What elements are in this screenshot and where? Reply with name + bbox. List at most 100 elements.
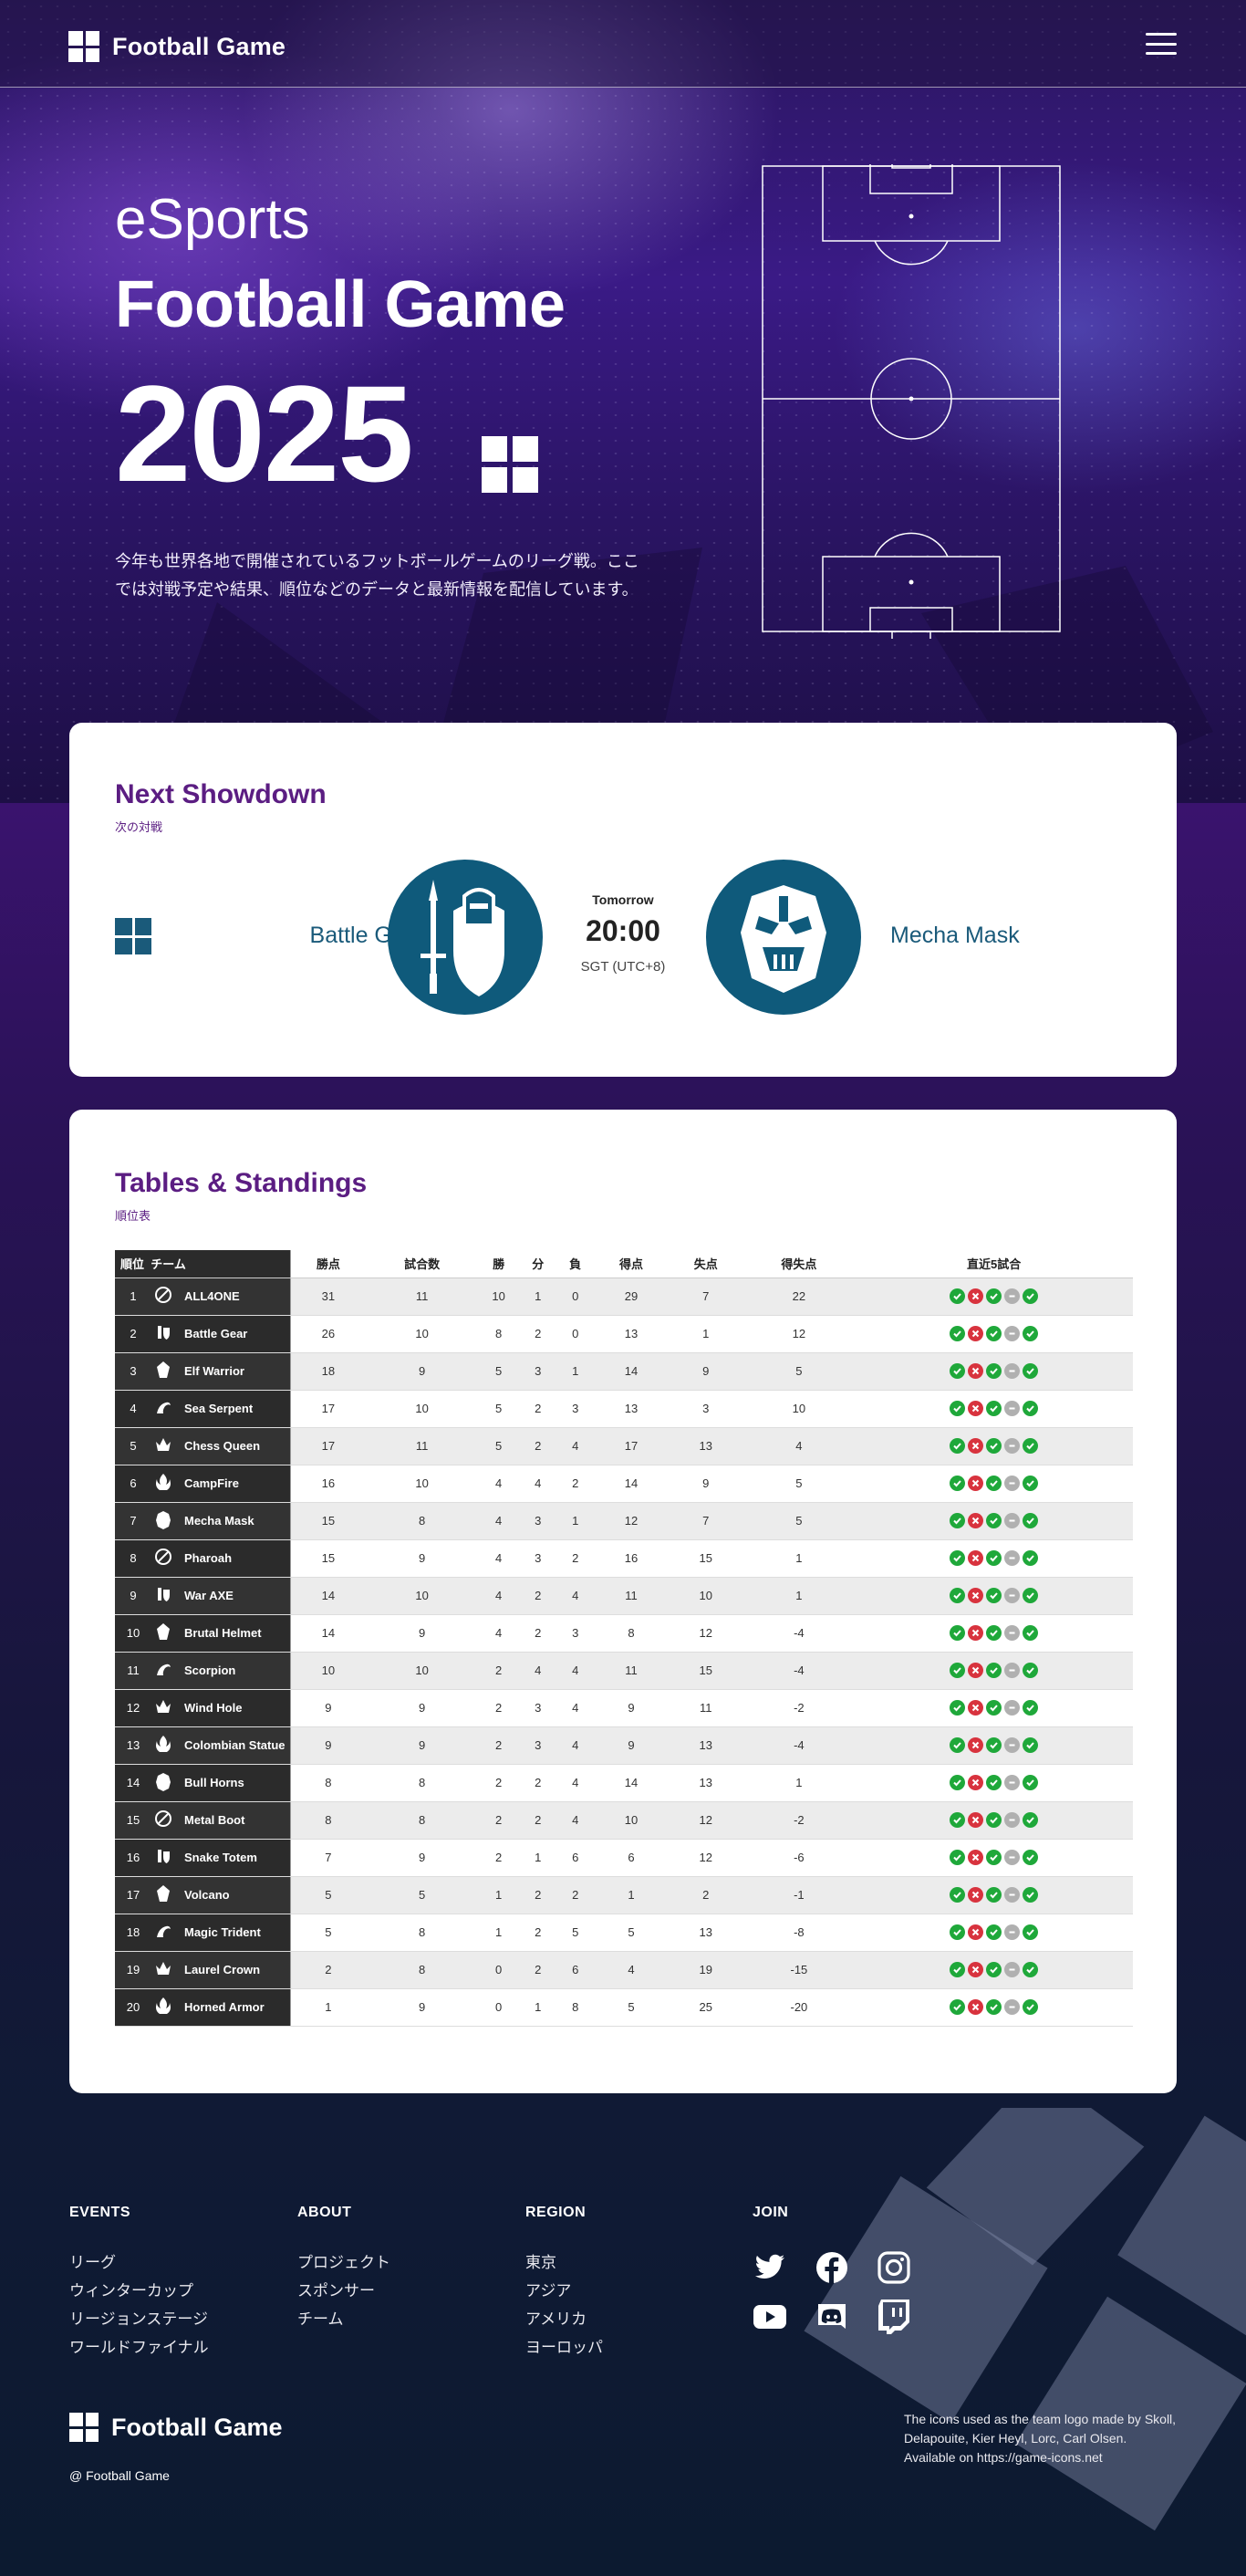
footer-link[interactable]: リーグ: [69, 2248, 209, 2277]
table-row[interactable]: 20 Horned Armor 1 9 0 1 8 5 25 -20: [115, 1988, 1133, 2027]
stat-cell-w: 0: [477, 1951, 520, 1989]
table-row[interactable]: 11 Scorpion 10 10 2 4 4 11 15 -4: [115, 1652, 1133, 1690]
table-row[interactable]: 10 Brutal Helmet 14 9 4 2 3 8 12 -4: [115, 1614, 1133, 1653]
team-cell[interactable]: Metal Boot: [151, 1801, 291, 1840]
team-cell[interactable]: Colombian Statue: [151, 1726, 291, 1765]
brand-name: Football Game: [112, 32, 286, 60]
stat-cell-ga: 2: [668, 1876, 743, 1914]
stat-cell-gd: -20: [742, 1988, 856, 2027]
brand-logo-link[interactable]: Football Game: [68, 31, 286, 62]
team-cell[interactable]: Scorpion: [151, 1652, 291, 1690]
team-logo-icon: [153, 1584, 173, 1607]
team-cell[interactable]: CampFire: [151, 1465, 291, 1503]
footer-link[interactable]: アジア: [525, 2277, 603, 2305]
draw-icon: [1004, 1438, 1021, 1454]
loss-icon: [968, 1775, 984, 1790]
twitter-icon[interactable]: [753, 2250, 787, 2285]
stat-cell-d: 1: [519, 1988, 557, 2027]
twitch-icon[interactable]: [877, 2300, 911, 2334]
team-cell[interactable]: Volcano: [151, 1876, 291, 1914]
rank-cell: 19: [115, 1951, 151, 1989]
table-row[interactable]: 17 Volcano 5 5 1 2 2 1 2 -1: [115, 1876, 1133, 1914]
team-cell[interactable]: Laurel Crown: [151, 1951, 291, 1989]
draw-icon: [1004, 1288, 1021, 1304]
footer-link[interactable]: アメリカ: [525, 2305, 603, 2333]
win-icon: [950, 1850, 966, 1865]
loss-icon: [968, 1700, 984, 1716]
team-cell[interactable]: Wind Hole: [151, 1689, 291, 1727]
stat-cell-l: 4: [556, 1427, 595, 1465]
table-row[interactable]: 4 Sea Serpent 17 10 5 2 3 13 3 10: [115, 1390, 1133, 1428]
team-cell[interactable]: Pharoah: [151, 1539, 291, 1578]
table-row[interactable]: 14 Bull Horns 8 8 2 2 4 14 13 1: [115, 1764, 1133, 1802]
table-row[interactable]: 12 Wind Hole 9 9 2 3 4 9 11 -2: [115, 1689, 1133, 1727]
team-cell[interactable]: Horned Armor: [151, 1988, 291, 2027]
footer-link[interactable]: ワールドファイナル: [69, 2333, 209, 2362]
team-logo-icon: [153, 1771, 173, 1794]
copyright-text: @ Football Game: [69, 2468, 170, 2483]
table-row[interactable]: 6 CampFire 16 10 4 4 2 14 9 5: [115, 1465, 1133, 1503]
footer-link[interactable]: スポンサー: [297, 2277, 390, 2305]
table-row[interactable]: 3 Elf Warrior 18 9 5 3 1 14 9 5: [115, 1352, 1133, 1391]
table-row[interactable]: 1 ALL4ONE 31 11 10 1 0 29 7 22: [115, 1278, 1133, 1316]
win-icon: [986, 1775, 1002, 1790]
table-row[interactable]: 2 Battle Gear 26 10 8 2 0 13 1 12: [115, 1315, 1133, 1353]
stat-cell-w: 1: [477, 1914, 520, 1952]
table-row[interactable]: 13 Colombian Statue 9 9 2 3 4 9 13 -4: [115, 1726, 1133, 1765]
team-cell[interactable]: Brutal Helmet: [151, 1614, 291, 1653]
team-cell[interactable]: Magic Trident: [151, 1914, 291, 1952]
table-row[interactable]: 8 Pharoah 15 9 4 3 2 16 15 1: [115, 1539, 1133, 1578]
win-icon: [950, 1588, 966, 1603]
stat-cell-d: 2: [519, 1914, 557, 1952]
loss-icon: [968, 1288, 984, 1304]
win-icon: [986, 1513, 1002, 1528]
team-cell[interactable]: ALL4ONE: [151, 1278, 291, 1316]
away-team-name[interactable]: Mecha Mask: [890, 923, 1164, 949]
knight-sword-shield-icon[interactable]: [388, 860, 543, 1015]
form-cell: [855, 1764, 1133, 1802]
instagram-icon[interactable]: [877, 2250, 911, 2285]
win-icon: [986, 1812, 1002, 1828]
table-row[interactable]: 7 Mecha Mask 15 8 4 3 1 12 7 5: [115, 1502, 1133, 1540]
stat-cell-l: 3: [556, 1614, 595, 1653]
team-logo-icon: [153, 1734, 173, 1757]
stat-cell-gd: -4: [742, 1614, 856, 1653]
team-cell[interactable]: Elf Warrior: [151, 1352, 291, 1391]
table-row[interactable]: 19 Laurel Crown 2 8 0 2 6 4 19 -15: [115, 1951, 1133, 1989]
team-cell[interactable]: Sea Serpent: [151, 1390, 291, 1428]
team-cell[interactable]: Chess Queen: [151, 1427, 291, 1465]
stat-cell-played: 8: [366, 1914, 478, 1952]
table-row[interactable]: 16 Snake Totem 7 9 2 1 6 6 12 -6: [115, 1839, 1133, 1877]
footer-link[interactable]: ウィンターカップ: [69, 2277, 209, 2305]
team-cell[interactable]: Battle Gear: [151, 1315, 291, 1353]
home-team-name[interactable]: Battle Gear: [161, 923, 425, 949]
footer-brand[interactable]: Football Game: [69, 2413, 283, 2442]
table-row[interactable]: 18 Magic Trident 5 8 1 2 5 5 13 -8: [115, 1914, 1133, 1952]
table-row[interactable]: 15 Metal Boot 8 8 2 2 4 10 12 -2: [115, 1801, 1133, 1840]
footer-link[interactable]: リージョンステージ: [69, 2305, 209, 2333]
team-cell[interactable]: War AXE: [151, 1577, 291, 1615]
footer-link[interactable]: ヨーロッパ: [525, 2333, 603, 2362]
footer-link[interactable]: 東京: [525, 2248, 603, 2277]
mecha-mask-icon[interactable]: [706, 860, 861, 1015]
win-icon: [986, 1924, 1002, 1940]
table-row[interactable]: 5 Chess Queen 17 11 5 2 4 17 13 4: [115, 1427, 1133, 1465]
stat-cell-l: 6: [556, 1951, 595, 1989]
team-cell[interactable]: Bull Horns: [151, 1764, 291, 1802]
stat-cell-gf: 8: [594, 1614, 669, 1653]
youtube-icon[interactable]: [753, 2300, 787, 2334]
team-cell[interactable]: Snake Totem: [151, 1839, 291, 1877]
hamburger-menu-icon[interactable]: [1146, 33, 1177, 55]
stat-cell-w: 1: [477, 1876, 520, 1914]
table-row[interactable]: 9 War AXE 14 10 4 2 4 11 10 1: [115, 1577, 1133, 1615]
rank-cell: 20: [115, 1988, 151, 2027]
stat-cell-w: 5: [477, 1390, 520, 1428]
discord-icon[interactable]: [815, 2300, 849, 2334]
grid-logo-icon: [481, 436, 538, 493]
win-icon: [1023, 1363, 1039, 1379]
team-cell[interactable]: Mecha Mask: [151, 1502, 291, 1540]
footer-link[interactable]: プロジェクト: [297, 2248, 390, 2277]
team-logo-icon: [153, 1360, 173, 1382]
facebook-icon[interactable]: [815, 2250, 849, 2285]
footer-link[interactable]: チーム: [297, 2305, 390, 2333]
